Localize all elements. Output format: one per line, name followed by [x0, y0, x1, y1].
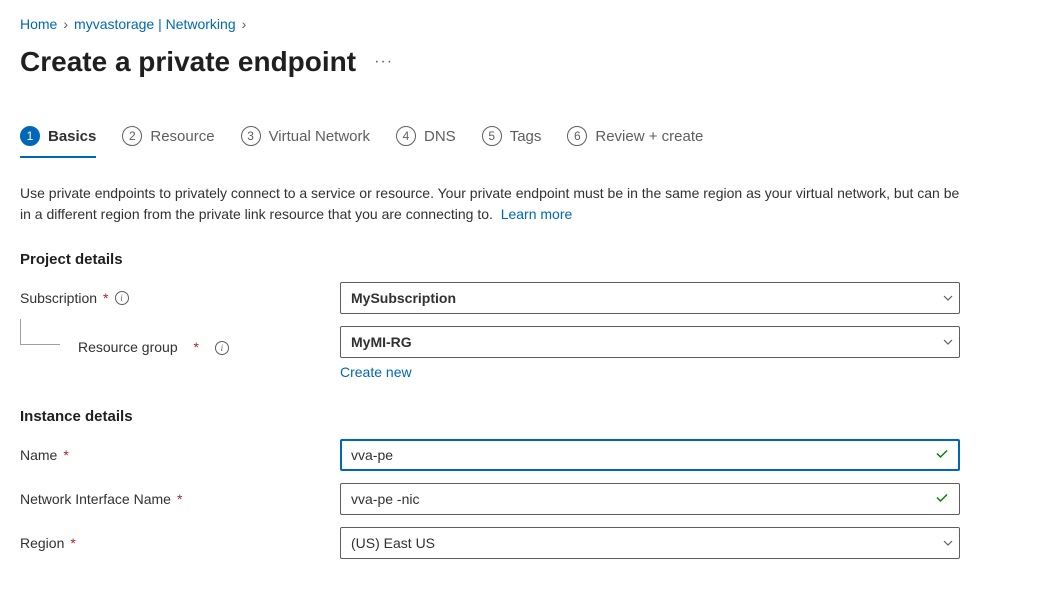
tab-virtual-network[interactable]: 3 Virtual Network	[241, 126, 370, 158]
required-icon: *	[177, 491, 182, 507]
info-icon[interactable]: i	[115, 291, 129, 305]
tab-label: Virtual Network	[269, 128, 370, 145]
page-title-row: Create a private endpoint ···	[20, 46, 1017, 78]
required-icon: *	[103, 290, 108, 306]
tab-label: Resource	[150, 128, 214, 145]
select-value: (US) East US	[351, 535, 435, 551]
section-instance-details: Instance details Name * vva-pe Network I…	[20, 408, 1017, 559]
tab-basics[interactable]: 1 Basics	[20, 126, 96, 158]
tab-badge: 5	[482, 126, 502, 146]
select-resource-group[interactable]: MyMI-RG	[340, 326, 960, 358]
tab-badge: 3	[241, 126, 261, 146]
label-nic-name: Network Interface Name *	[20, 491, 340, 507]
tab-label: Tags	[510, 128, 542, 145]
more-icon[interactable]: ···	[374, 53, 393, 71]
tab-tags[interactable]: 5 Tags	[482, 126, 542, 158]
tabs: 1 Basics 2 Resource 3 Virtual Network 4 …	[20, 126, 1017, 159]
input-nic-name[interactable]: vva-pe -nic	[340, 483, 960, 515]
create-new-link[interactable]: Create new	[340, 364, 412, 380]
input-name[interactable]: vva-pe	[340, 439, 960, 471]
input-value: vva-pe	[351, 447, 393, 463]
label-resource-group: Resource group * i	[20, 329, 340, 355]
label-name: Name *	[20, 447, 340, 463]
select-region[interactable]: (US) East US	[340, 527, 960, 559]
tab-label: DNS	[424, 128, 456, 145]
indent-connector-icon	[20, 319, 60, 345]
check-icon	[934, 446, 950, 465]
row-resource-group: Resource group * i MyMI-RG	[20, 326, 1017, 358]
breadcrumb-home[interactable]: Home	[20, 16, 57, 32]
info-icon[interactable]: i	[215, 341, 229, 355]
section-project-details: Project details Subscription * i MySubsc…	[20, 251, 1017, 380]
row-nic-name: Network Interface Name * vva-pe -nic	[20, 483, 1017, 515]
tab-badge: 2	[122, 126, 142, 146]
description: Use private endpoints to privately conne…	[20, 183, 970, 225]
tab-label: Review + create	[595, 128, 703, 145]
row-region: Region * (US) East US	[20, 527, 1017, 559]
input-value: vva-pe -nic	[351, 491, 419, 507]
tab-label: Basics	[48, 128, 96, 145]
label-region: Region *	[20, 535, 340, 551]
check-icon	[934, 490, 950, 509]
required-icon: *	[63, 447, 68, 463]
select-subscription[interactable]: MySubscription	[340, 282, 960, 314]
tab-review-create[interactable]: 6 Review + create	[567, 126, 703, 158]
section-header-project: Project details	[20, 251, 1017, 268]
row-subscription: Subscription * i MySubscription	[20, 282, 1017, 314]
create-new-row: Create new	[340, 364, 1017, 380]
learn-more-link[interactable]: Learn more	[501, 206, 573, 222]
tab-resource[interactable]: 2 Resource	[122, 126, 214, 158]
section-header-instance: Instance details	[20, 408, 1017, 425]
required-icon: *	[70, 535, 75, 551]
tab-badge: 4	[396, 126, 416, 146]
chevron-right-icon: ›	[242, 16, 247, 32]
required-icon: *	[194, 339, 199, 355]
tab-badge: 6	[567, 126, 587, 146]
chevron-right-icon: ›	[63, 16, 68, 32]
tab-dns[interactable]: 4 DNS	[396, 126, 456, 158]
select-value: MySubscription	[351, 290, 456, 306]
description-text: Use private endpoints to privately conne…	[20, 185, 959, 222]
tab-badge: 1	[20, 126, 40, 146]
breadcrumb: Home › myvastorage | Networking ›	[20, 16, 1017, 32]
row-name: Name * vva-pe	[20, 439, 1017, 471]
select-value: MyMI-RG	[351, 334, 412, 350]
label-subscription: Subscription * i	[20, 290, 340, 306]
breadcrumb-storage[interactable]: myvastorage | Networking	[74, 16, 236, 32]
page-title: Create a private endpoint	[20, 46, 356, 78]
